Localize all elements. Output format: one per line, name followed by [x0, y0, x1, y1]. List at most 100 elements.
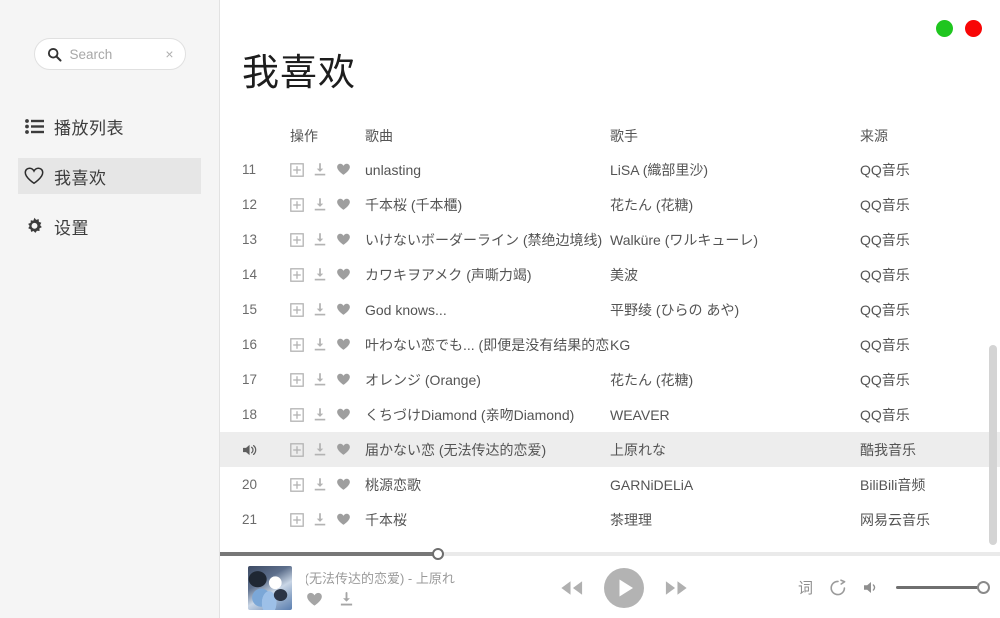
main-content: 我喜欢 操作 歌曲 歌手 来源 11 unlasting LiSA (織部里沙) QQ…: [220, 0, 1000, 618]
heart-filled-icon[interactable]: [336, 163, 351, 176]
volume-icon[interactable]: [863, 580, 881, 595]
download-icon[interactable]: [313, 337, 327, 352]
heart-filled-icon[interactable]: [336, 338, 351, 351]
download-icon[interactable]: [313, 162, 327, 177]
player-bar: 恋 (无法传达的恋爱) - 上原れ: [220, 548, 1000, 618]
row-source: QQ音乐: [860, 231, 910, 248]
download-icon[interactable]: [313, 372, 327, 387]
download-icon[interactable]: [313, 512, 327, 527]
table-row[interactable]: 13 いけないボーダーライン (禁绝边境线) Walküre (ワルキューレ) QQ音…: [220, 222, 1000, 257]
row-number: 13: [242, 232, 258, 247]
row-artist: GARNiDELiA: [610, 476, 694, 493]
download-icon[interactable]: [313, 442, 327, 457]
next-icon[interactable]: [663, 578, 690, 598]
heart-filled-icon[interactable]: [336, 303, 351, 316]
add-to-playlist-icon[interactable]: [290, 302, 304, 317]
sidebar-item-playlist[interactable]: 播放列表: [18, 108, 201, 144]
row-number: 17: [242, 372, 258, 387]
download-icon[interactable]: [313, 407, 327, 422]
table-row[interactable]: 21 千本桜 茶理理 网易云音乐: [220, 502, 1000, 537]
row-actions: [290, 267, 365, 282]
track-actions: [306, 592, 502, 607]
repeat-icon[interactable]: [828, 578, 848, 597]
download-icon[interactable]: [339, 592, 354, 607]
row-source: BiliBili音频: [860, 476, 926, 493]
table-row[interactable]: 14 カワキヲアメク (声嘶力竭) 美波 QQ音乐: [220, 257, 1000, 292]
previous-icon[interactable]: [558, 578, 585, 598]
heart-filled-icon[interactable]: [336, 478, 351, 491]
add-to-playlist-icon[interactable]: [290, 477, 304, 492]
volume-handle[interactable]: [977, 581, 990, 594]
clear-search-icon[interactable]: ×: [164, 47, 174, 61]
row-actions: [290, 232, 365, 247]
heart-filled-icon[interactable]: [336, 408, 351, 421]
table-row[interactable]: 16 叶わない恋でも... (即便是没有结果的恋爱) KG QQ音乐: [220, 327, 1000, 362]
add-to-playlist-icon[interactable]: [290, 442, 304, 457]
play-icon[interactable]: [603, 567, 645, 609]
row-song-title: 桃源恋歌: [365, 476, 421, 493]
progress-handle[interactable]: [432, 548, 445, 560]
column-header-artist: 歌手: [610, 128, 638, 144]
heart-filled-icon[interactable]: [306, 592, 323, 607]
add-to-playlist-icon[interactable]: [290, 232, 304, 247]
row-actions: [290, 197, 365, 212]
add-to-playlist-icon[interactable]: [290, 162, 304, 177]
row-song-title: 千本桜: [365, 511, 407, 528]
app-root: × 播放列表 我喜欢: [0, 0, 1000, 618]
table-row[interactable]: 12 千本桜 (千本櫃) 花たん (花糖) QQ音乐: [220, 187, 1000, 222]
row-number: 11: [242, 162, 257, 177]
album-art[interactable]: [248, 565, 292, 610]
sidebar: × 播放列表 我喜欢: [0, 0, 220, 618]
add-to-playlist-icon[interactable]: [290, 407, 304, 422]
row-song-title: unlasting: [365, 161, 422, 178]
row-number: 15: [242, 302, 258, 317]
heart-filled-icon[interactable]: [336, 268, 351, 281]
download-icon[interactable]: [313, 302, 327, 317]
page-title: 我喜欢: [242, 52, 356, 93]
window-controls: [936, 20, 982, 37]
table-row[interactable]: 11 unlasting LiSA (織部里沙) QQ音乐: [220, 152, 1000, 187]
vertical-scrollbar[interactable]: [989, 345, 997, 545]
heart-filled-icon[interactable]: [336, 443, 351, 456]
download-icon[interactable]: [313, 232, 327, 247]
row-artist: 美波: [610, 266, 638, 283]
sidebar-item-favorites[interactable]: 我喜欢: [18, 158, 201, 194]
lyrics-button[interactable]: 词: [798, 577, 813, 598]
row-actions: [290, 407, 365, 422]
heart-filled-icon[interactable]: [336, 513, 351, 526]
progress-fill: [220, 552, 439, 556]
row-actions: [290, 442, 365, 457]
close-button[interactable]: [965, 20, 982, 37]
row-artist: WEAVER: [610, 406, 670, 423]
download-icon[interactable]: [313, 197, 327, 212]
add-to-playlist-icon[interactable]: [290, 337, 304, 352]
column-header-source: 来源: [860, 128, 888, 144]
heart-filled-icon[interactable]: [336, 373, 351, 386]
heart-filled-icon[interactable]: [336, 198, 351, 211]
table-row[interactable]: 18 くちづけDiamond (亲吻Diamond) WEAVER QQ音乐: [220, 397, 1000, 432]
download-icon[interactable]: [313, 477, 327, 492]
table-row[interactable]: 届かない恋 (无法传达的恋爱) 上原れな 酷我音乐: [220, 432, 1000, 467]
list-icon: [24, 118, 44, 134]
table-row[interactable]: 15 God knows... 平野绫 (ひらの あや) QQ音乐: [220, 292, 1000, 327]
minimize-button[interactable]: [936, 20, 953, 37]
add-to-playlist-icon[interactable]: [290, 267, 304, 282]
search-box[interactable]: ×: [33, 38, 186, 70]
row-number: 18: [242, 407, 258, 422]
volume-slider[interactable]: [896, 581, 990, 594]
row-source: QQ音乐: [860, 266, 910, 283]
heart-filled-icon[interactable]: [336, 233, 351, 246]
add-to-playlist-icon[interactable]: [290, 372, 304, 387]
add-to-playlist-icon[interactable]: [290, 512, 304, 527]
sidebar-item-label: 播放列表: [54, 118, 124, 138]
table-row[interactable]: 20 桃源恋歌 GARNiDELiA BiliBili音频: [220, 467, 1000, 502]
row-number: 21: [242, 512, 258, 527]
transport-controls: [558, 567, 690, 609]
search-input[interactable]: [69, 46, 157, 62]
heart-outline-icon: [24, 167, 44, 185]
add-to-playlist-icon[interactable]: [290, 197, 304, 212]
progress-bar[interactable]: [220, 548, 1000, 560]
table-row[interactable]: 17 オレンジ (Orange) 花たん (花糖) QQ音乐: [220, 362, 1000, 397]
download-icon[interactable]: [313, 267, 327, 282]
sidebar-item-settings[interactable]: 设置: [18, 208, 201, 244]
